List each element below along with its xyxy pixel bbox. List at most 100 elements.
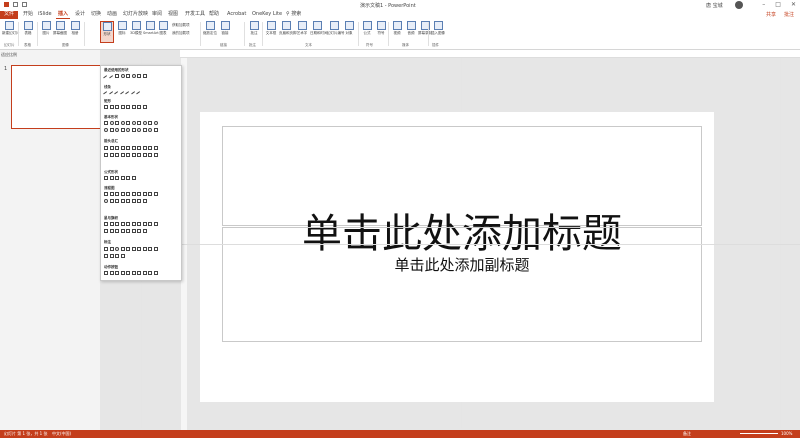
shape-callout[interactable]: [115, 254, 119, 258]
shape-callout[interactable]: [137, 247, 141, 251]
shape-callout[interactable]: [120, 254, 125, 258]
tab-file[interactable]: 文件: [0, 11, 18, 19]
shape-line[interactable]: [114, 91, 120, 97]
audio-button[interactable]: 音频: [404, 21, 418, 43]
datetime-button[interactable]: 日期和时间: [310, 21, 328, 43]
my-addins-link[interactable]: 我的加载项: [172, 31, 190, 36]
icons-button[interactable]: 图标: [115, 21, 129, 43]
save-icon[interactable]: [4, 2, 9, 7]
shape-oval[interactable]: [137, 128, 141, 132]
tab-review[interactable]: 审阅: [150, 11, 164, 19]
symbol-button[interactable]: 符号: [374, 21, 388, 43]
shape-rect[interactable]: [115, 74, 119, 78]
shape-arrow[interactable]: [120, 153, 125, 157]
wordart-button[interactable]: 艺术字: [295, 21, 309, 43]
shape-rect[interactable]: [115, 105, 119, 109]
shape-arrow[interactable]: [120, 146, 125, 150]
shape-rect[interactable]: [126, 74, 130, 78]
shape-arrow[interactable]: [131, 153, 136, 157]
shape-rect[interactable]: [142, 105, 147, 109]
shape-rect[interactable]: [109, 105, 114, 109]
shape-action-button[interactable]: [104, 271, 108, 275]
shape-process[interactable]: [104, 192, 108, 196]
tab-acrobat[interactable]: Acrobat: [225, 11, 248, 19]
insert-image-button[interactable]: 插入图像: [431, 21, 445, 43]
3d-model-button[interactable]: 3D模型: [129, 21, 143, 43]
shape-arrow[interactable]: [142, 153, 147, 157]
shape-process[interactable]: [131, 199, 136, 203]
shape-banner[interactable]: [109, 229, 114, 233]
shape-process[interactable]: [109, 199, 114, 203]
shape-banner[interactable]: [104, 229, 108, 233]
shape-arrow[interactable]: [153, 153, 158, 157]
zoom-button[interactable]: 缩放定位: [203, 21, 217, 43]
shape-process[interactable]: [109, 192, 114, 196]
shape-banner[interactable]: [115, 229, 119, 233]
shape-action-button[interactable]: [142, 271, 147, 275]
shape-line[interactable]: [108, 75, 115, 81]
table-button[interactable]: 表格: [21, 21, 35, 43]
shape-star[interactable]: [137, 222, 141, 226]
shape-star[interactable]: [153, 222, 158, 226]
shape-oval[interactable]: [142, 121, 147, 125]
shape-line[interactable]: [103, 91, 109, 97]
zoom-slider[interactable]: [740, 433, 778, 434]
shape-arrow[interactable]: [115, 153, 119, 157]
share-button[interactable]: 共享: [766, 11, 776, 18]
shape-line[interactable]: [125, 91, 131, 97]
shape-action-button[interactable]: [126, 271, 130, 275]
shape-process[interactable]: [142, 192, 147, 196]
shape-arrow[interactable]: [109, 153, 114, 157]
shape-oval[interactable]: [153, 121, 158, 125]
shape-rect[interactable]: [131, 105, 136, 109]
shape-arrow[interactable]: [137, 146, 141, 150]
shape-connector[interactable]: [104, 199, 108, 203]
shape-callout[interactable]: [104, 247, 108, 251]
shape-process[interactable]: [137, 199, 141, 203]
shape-process[interactable]: [115, 192, 119, 196]
smartart-button[interactable]: SmartArt: [143, 21, 159, 43]
shape-rect[interactable]: [126, 105, 130, 109]
shape-star[interactable]: [109, 222, 114, 226]
shape-process[interactable]: [126, 192, 130, 196]
slide-thumbnail[interactable]: [11, 65, 101, 129]
shape-rect[interactable]: [142, 128, 147, 132]
shape-arrow[interactable]: [115, 146, 119, 150]
title-placeholder[interactable]: 单击此处添加标题: [222, 126, 702, 257]
shape-line[interactable]: [136, 91, 142, 97]
comment-insert-button[interactable]: 批注: [247, 21, 261, 43]
shape-line[interactable]: [130, 91, 137, 97]
shape-arrow[interactable]: [109, 146, 114, 150]
shape-process[interactable]: [153, 192, 158, 196]
notes-button[interactable]: 备注: [683, 431, 691, 437]
video-button[interactable]: 视频: [390, 21, 404, 43]
shape-arrow[interactable]: [104, 146, 108, 150]
shape-arrow[interactable]: [131, 146, 136, 150]
tab-onekey[interactable]: OneKey Lite: [250, 11, 284, 19]
tab-help[interactable]: 帮助: [207, 11, 221, 19]
shape-action-button[interactable]: [148, 271, 152, 275]
picture-button[interactable]: 图片: [39, 21, 53, 43]
shape-action-button[interactable]: [109, 271, 114, 275]
shape-arrow[interactable]: [153, 146, 158, 150]
shape-oval[interactable]: [109, 121, 114, 125]
shape-oval[interactable]: [115, 128, 119, 132]
shape-not-equal[interactable]: [131, 176, 136, 180]
shape-rect[interactable]: [115, 121, 119, 125]
shape-oval[interactable]: [104, 128, 108, 132]
shape-oval[interactable]: [131, 74, 136, 78]
shape-rect[interactable]: [120, 105, 125, 109]
slide-canvas[interactable]: 单击此处添加标题 单击此处添加副标题: [200, 112, 714, 402]
tab-view[interactable]: 视图: [166, 11, 180, 19]
shape-rect[interactable]: [120, 128, 125, 132]
shape-process[interactable]: [120, 192, 125, 196]
redo-icon[interactable]: [22, 2, 27, 7]
shape-callout[interactable]: [109, 254, 114, 258]
shape-rect[interactable]: [137, 121, 141, 125]
shape-arrow[interactable]: [126, 153, 130, 157]
shape-multiply[interactable]: [115, 176, 119, 180]
shape-callout[interactable]: [120, 247, 125, 251]
shape-rect[interactable]: [131, 128, 136, 132]
shape-line[interactable]: [103, 75, 109, 81]
close-icon[interactable]: ✕: [791, 1, 796, 8]
